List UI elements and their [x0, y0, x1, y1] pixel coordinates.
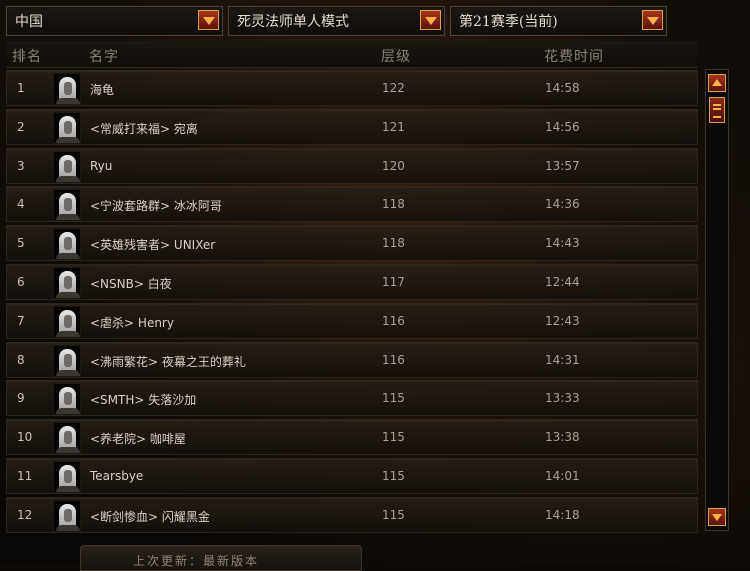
season-dropdown[interactable]: 第21赛季(当前) — [450, 6, 667, 36]
necromancer-portrait-icon — [53, 112, 81, 144]
rank-cell: 4 — [17, 197, 25, 211]
leaderboard-row[interactable]: 11 Tearsbye 115 14:01 — [6, 458, 698, 494]
leaderboard-row[interactable]: 3 Ryu 120 13:57 — [6, 148, 698, 184]
scrollbar-thumb[interactable] — [709, 97, 725, 123]
level-cell: 118 — [382, 236, 405, 250]
column-header-rank[interactable]: 排名 — [12, 46, 42, 66]
rank-cell: 7 — [17, 314, 25, 328]
region-dropdown-label: 中国 — [15, 14, 43, 30]
level-cell: 118 — [382, 197, 405, 211]
time-cell: 14:18 — [545, 508, 580, 522]
leaderboard-row[interactable]: 1 海龟 122 14:58 — [6, 70, 698, 106]
player-name-cell: <断剑惨血> 闪耀黑金 — [90, 510, 210, 524]
column-header-time[interactable]: 花费时间 — [544, 46, 604, 66]
level-cell: 117 — [382, 275, 405, 289]
necromancer-portrait-icon — [53, 461, 81, 493]
arrow-up-icon[interactable] — [708, 74, 726, 92]
necromancer-portrait-icon — [53, 151, 81, 183]
chevron-down-icon[interactable] — [420, 10, 441, 30]
level-cell: 120 — [382, 159, 405, 173]
time-cell: 12:43 — [545, 314, 580, 328]
player-name-cell: Ryu — [90, 159, 113, 173]
leaderboard-row[interactable]: 9 <SMTH> 失落沙加 115 13:33 — [6, 380, 698, 416]
column-header-name[interactable]: 名字 — [89, 46, 119, 66]
rank-cell: 3 — [17, 159, 25, 173]
level-cell: 115 — [382, 430, 405, 444]
player-name-cell: <虐杀> Henry — [90, 316, 174, 330]
leaderboard-row[interactable]: 2 <常威打来福> 宛离 121 14:56 — [6, 109, 698, 145]
class-mode-dropdown[interactable]: 死灵法师单人模式 — [228, 6, 445, 36]
rank-cell: 11 — [17, 469, 33, 483]
time-cell: 14:36 — [545, 197, 580, 211]
rank-cell: 6 — [17, 275, 25, 289]
necromancer-portrait-icon — [53, 500, 81, 532]
rank-cell: 5 — [17, 236, 25, 250]
chevron-down-icon[interactable] — [642, 10, 663, 30]
level-cell: 121 — [382, 120, 405, 134]
leaderboard-row[interactable]: 8 <沸雨繁花> 夜幕之王的葬礼 116 14:31 — [6, 342, 698, 378]
necromancer-portrait-icon — [53, 306, 81, 338]
player-name-cell: <SMTH> 失落沙加 — [90, 393, 197, 407]
last-updated-text: 上次更新：最新版本 — [133, 554, 260, 568]
player-name-cell: 海龟 — [90, 83, 115, 97]
leaderboard-row[interactable]: 6 <NSNB> 白夜 117 12:44 — [6, 264, 698, 300]
time-cell: 14:58 — [545, 81, 580, 95]
leaderboard-row[interactable]: 5 <英雄残害者> UNIXer 118 14:43 — [6, 225, 698, 261]
filter-bar: 中国 死灵法师单人模式 第21赛季(当前) — [6, 6, 667, 36]
arrow-down-icon[interactable] — [708, 508, 726, 526]
necromancer-portrait-icon — [53, 228, 81, 260]
rank-cell: 12 — [17, 508, 33, 522]
rank-cell: 9 — [17, 391, 25, 405]
class-mode-dropdown-label: 死灵法师单人模式 — [237, 14, 349, 30]
rank-cell: 2 — [17, 120, 25, 134]
rank-cell: 1 — [17, 81, 25, 95]
necromancer-portrait-icon — [53, 267, 81, 299]
level-cell: 115 — [382, 508, 405, 522]
leaderboard-header: 排名 名字 层级 花费时间 — [6, 41, 698, 68]
last-updated-tab: 上次更新：最新版本 — [80, 545, 362, 571]
scrollbar[interactable] — [705, 69, 729, 531]
time-cell: 14:31 — [545, 353, 580, 367]
leaderboard-row[interactable]: 7 <虐杀> Henry 116 12:43 — [6, 303, 698, 339]
level-cell: 115 — [382, 469, 405, 483]
level-cell: 115 — [382, 391, 405, 405]
time-cell: 13:57 — [545, 159, 580, 173]
player-name-cell: <常威打来福> 宛离 — [90, 122, 198, 136]
column-header-level[interactable]: 层级 — [381, 46, 411, 66]
leaderboard-row[interactable]: 12 <断剑惨血> 闪耀黑金 115 14:18 — [6, 497, 698, 533]
necromancer-portrait-icon — [53, 383, 81, 415]
time-cell: 14:01 — [545, 469, 580, 483]
leaderboard-row[interactable]: 4 <宁波套路群> 冰冰阿哥 118 14:36 — [6, 186, 698, 222]
level-cell: 122 — [382, 81, 405, 95]
level-cell: 116 — [382, 314, 405, 328]
player-name-cell: <养老院> 咖啡屋 — [90, 432, 186, 446]
player-name-cell: <沸雨繁花> 夜幕之王的葬礼 — [90, 355, 246, 369]
necromancer-portrait-icon — [53, 189, 81, 221]
rank-cell: 8 — [17, 353, 25, 367]
player-name-cell: <NSNB> 白夜 — [90, 277, 172, 291]
time-cell: 14:56 — [545, 120, 580, 134]
region-dropdown[interactable]: 中国 — [6, 6, 223, 36]
player-name-cell: <英雄残害者> UNIXer — [90, 238, 216, 252]
necromancer-portrait-icon — [53, 345, 81, 377]
time-cell: 13:33 — [545, 391, 580, 405]
necromancer-portrait-icon — [53, 73, 81, 105]
necromancer-portrait-icon — [53, 422, 81, 454]
player-name-cell: <宁波套路群> 冰冰阿哥 — [90, 199, 222, 213]
leaderboard-row[interactable]: 10 <养老院> 咖啡屋 115 13:38 — [6, 419, 698, 455]
chevron-down-icon[interactable] — [198, 10, 219, 30]
time-cell: 12:44 — [545, 275, 580, 289]
rank-cell: 10 — [17, 430, 33, 444]
time-cell: 14:43 — [545, 236, 580, 250]
level-cell: 116 — [382, 353, 405, 367]
time-cell: 13:38 — [545, 430, 580, 444]
season-dropdown-label: 第21赛季(当前) — [459, 14, 558, 30]
player-name-cell: Tearsbye — [90, 469, 144, 483]
